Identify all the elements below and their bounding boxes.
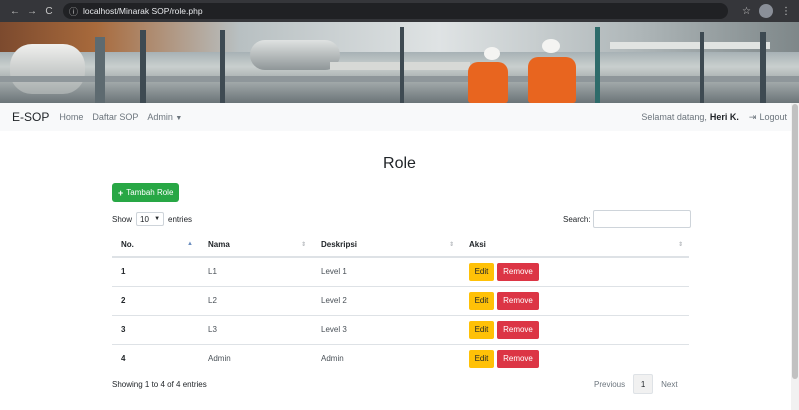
profile-icon[interactable] [759, 4, 773, 18]
entries-length-control: Show 10 ▼ entries [112, 212, 192, 226]
remove-button[interactable]: Remove [497, 262, 539, 281]
cell-deskripsi: Admin [312, 343, 460, 373]
search-input[interactable] [592, 210, 691, 228]
cell-no: 4 [112, 343, 199, 373]
search-control: Search: [563, 210, 691, 228]
next-button[interactable]: Next [653, 380, 685, 389]
roles-table: No. ▲ Nama ⇕ Deskripsi ⇕ Aksi ⇕ 1 L1 Level 1… [112, 233, 689, 373]
star-icon[interactable]: ☆ [742, 6, 751, 17]
scrollbar-thumb[interactable] [792, 104, 798, 379]
table-row: 3 L3 Level 3 Edit Remove [112, 314, 689, 344]
remove-button[interactable]: Remove [497, 291, 539, 310]
caret-down-icon: ▼ [175, 115, 183, 122]
column-header-deskripsi[interactable]: Deskripsi ⇕ [312, 233, 460, 258]
entries-select[interactable]: 10 ▼ [136, 212, 165, 226]
table-row: 4 Admin Admin Edit Remove [112, 343, 689, 373]
logout-icon: ⇥ [748, 111, 757, 122]
back-icon[interactable]: ← [8, 6, 22, 17]
cell-nama: L2 [199, 285, 312, 315]
entries-select-value: 10 [140, 214, 149, 224]
cell-aksi: Edit Remove [460, 343, 689, 373]
page-title: Role [383, 155, 416, 172]
edit-button[interactable]: Edit [469, 349, 494, 368]
logout-link[interactable]: ⇥ Logout [749, 112, 787, 123]
plus-icon: + [118, 187, 124, 198]
pagination: Previous 1 Next [586, 374, 686, 394]
chevron-down-icon: ▼ [154, 216, 161, 222]
info-icon[interactable]: ⓘ [69, 5, 78, 18]
user-name: Heri K. [709, 112, 739, 122]
cell-aksi: Edit Remove [460, 314, 689, 344]
cell-no: 2 [112, 285, 199, 315]
search-label: Search: [563, 214, 591, 224]
cell-nama: L3 [199, 314, 312, 344]
browser-toolbar: ← → C ⓘ localhost/Minarak SOP/role.php ☆… [0, 0, 799, 22]
header-banner-image [0, 22, 799, 103]
table-info: Showing 1 to 4 of 4 entries [112, 380, 207, 389]
address-bar[interactable]: ⓘ localhost/Minarak SOP/role.php [63, 3, 729, 19]
table-row: 2 L2 Level 2 Edit Remove [112, 285, 689, 315]
entries-label: entries [168, 214, 193, 224]
show-label: Show [112, 214, 133, 224]
reload-icon[interactable]: C [42, 6, 56, 17]
cell-no: 1 [112, 256, 199, 286]
sort-icon: ⇕ [448, 242, 454, 248]
cell-nama: L1 [199, 256, 312, 286]
remove-button[interactable]: Remove [497, 349, 539, 368]
add-role-button[interactable]: + Tambah Role [112, 183, 180, 202]
cell-aksi: Edit Remove [460, 256, 689, 286]
cell-deskripsi: Level 2 [312, 285, 460, 315]
cell-deskripsi: Level 3 [312, 314, 460, 344]
edit-button[interactable]: Edit [469, 262, 494, 281]
cell-nama: Admin [199, 343, 312, 373]
cell-aksi: Edit Remove [460, 285, 689, 315]
table-header-row: No. ▲ Nama ⇕ Deskripsi ⇕ Aksi ⇕ [112, 233, 689, 258]
sort-icon: ⇕ [677, 242, 683, 248]
welcome-text: Selamat datang, [641, 112, 707, 122]
nav-home[interactable]: Home [59, 112, 83, 122]
user-area: Selamat datang, Heri K. ⇥ Logout [641, 112, 787, 123]
table-row: 1 L1 Level 1 Edit Remove [112, 256, 689, 286]
page-1-button[interactable]: 1 [633, 374, 654, 394]
cell-deskripsi: Level 1 [312, 256, 460, 286]
brand-logo[interactable]: E-SOP [12, 110, 49, 124]
logout-label: Logout [759, 111, 787, 122]
add-role-label: Tambah Role [126, 188, 174, 197]
nav-admin-label: Admin [147, 112, 173, 122]
previous-button[interactable]: Previous [586, 380, 633, 389]
url-text: localhost/Minarak SOP/role.php [83, 6, 203, 16]
column-header-nama[interactable]: Nama ⇕ [199, 233, 312, 258]
nav-daftar-sop[interactable]: Daftar SOP [92, 112, 138, 122]
cell-no: 3 [112, 314, 199, 344]
remove-button[interactable]: Remove [497, 320, 539, 339]
sort-icon: ⇕ [300, 242, 306, 248]
edit-button[interactable]: Edit [469, 320, 494, 339]
column-header-aksi[interactable]: Aksi ⇕ [460, 233, 689, 258]
sort-asc-icon: ▲ [187, 241, 193, 247]
nav-admin-dropdown[interactable]: Admin ▼ [147, 112, 182, 122]
main-navbar: E-SOP Home Daftar SOP Admin ▼ Selamat da… [0, 103, 799, 131]
forward-icon[interactable]: → [25, 6, 39, 17]
edit-button[interactable]: Edit [469, 291, 494, 310]
menu-icon[interactable]: ⋮ [781, 6, 791, 17]
column-header-no[interactable]: No. ▲ [112, 233, 199, 258]
